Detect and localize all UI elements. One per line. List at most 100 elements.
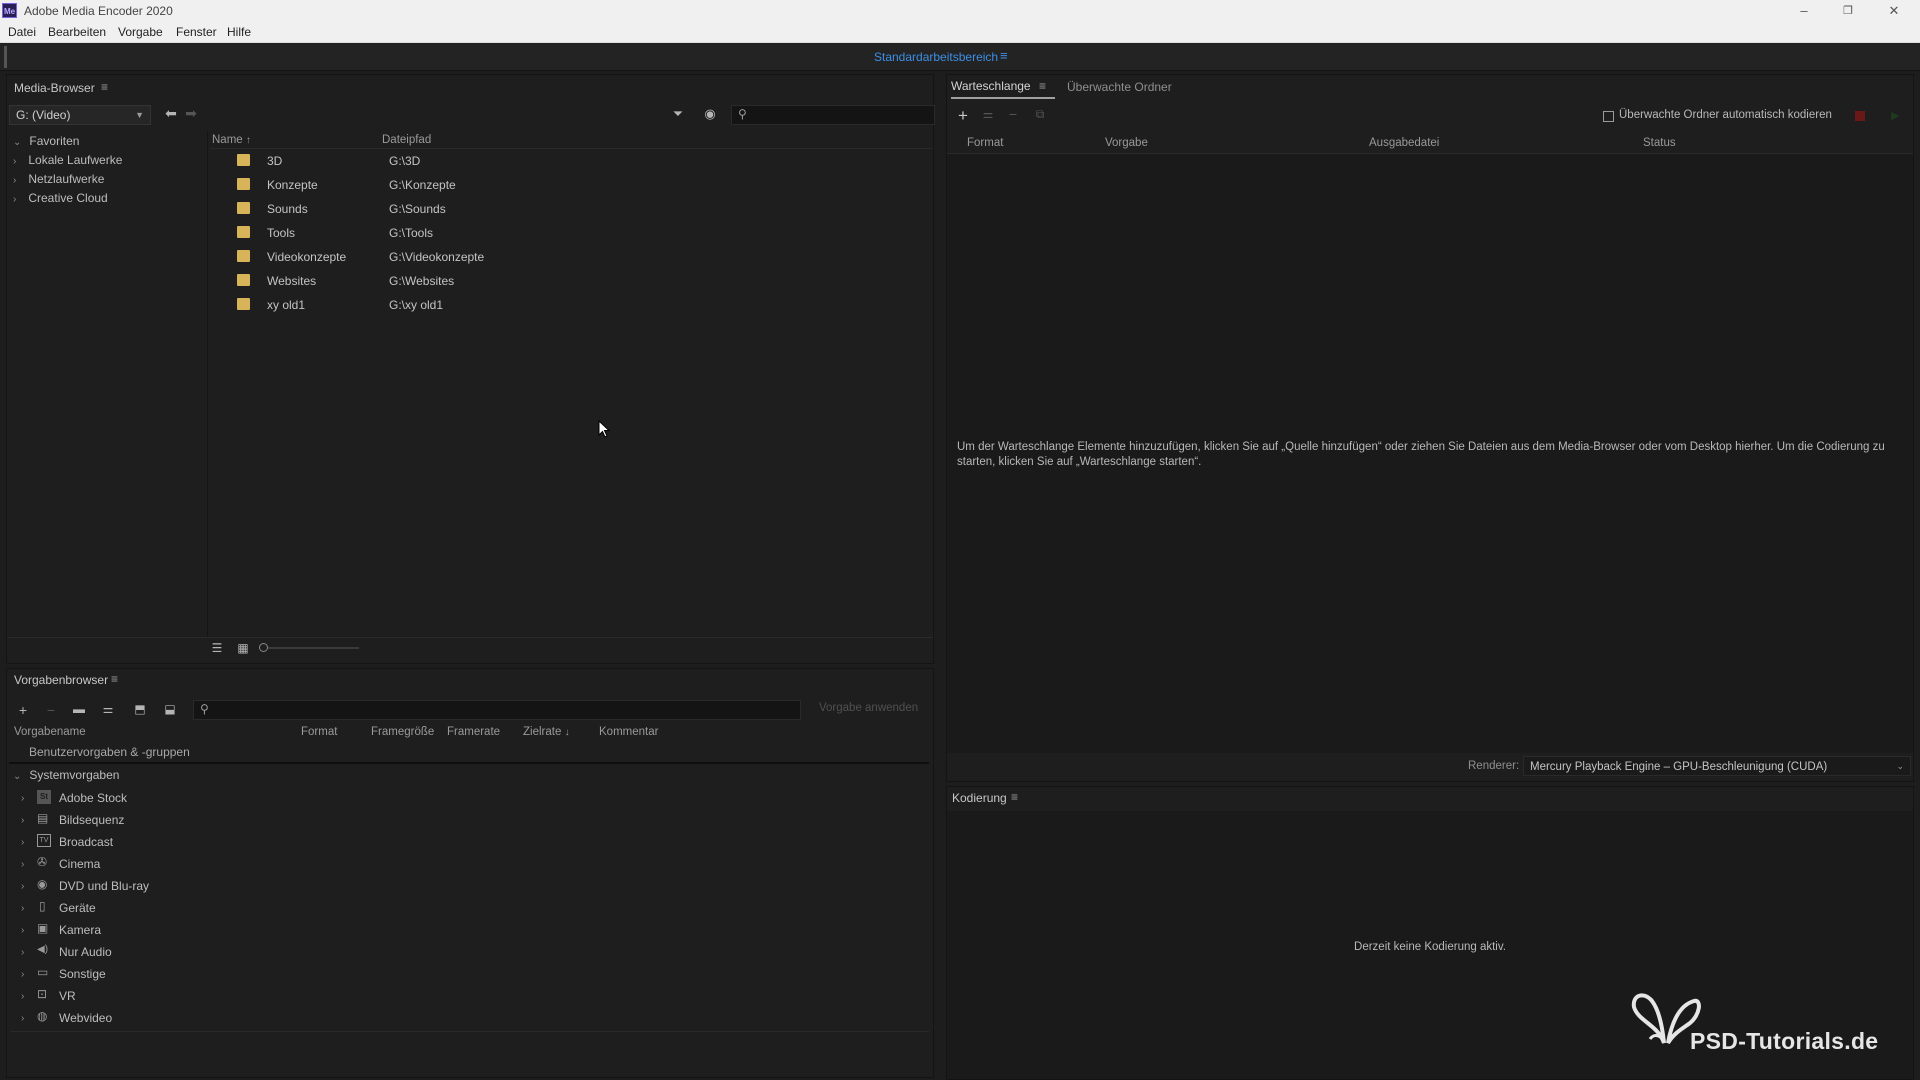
- table-row[interactable]: Tools G:\Tools: [237, 224, 737, 242]
- panel-menu-icon[interactable]: ≡: [1011, 790, 1018, 804]
- thumbnail-view-icon[interactable]: ▦: [235, 641, 251, 655]
- film-reel-icon: ✇: [37, 855, 48, 869]
- queue-drop-area[interactable]: Um der Warteschlange Elemente hinzuzufüg…: [947, 153, 1913, 753]
- menu-fenster[interactable]: Fenster: [176, 25, 217, 39]
- file-name: Sounds: [267, 202, 308, 216]
- column-framesize[interactable]: Framegröße: [371, 726, 434, 738]
- preset-browser-panel: Vorgabenbrowser ≡ + − ▬ ⚌ ⬒ ⬓ ⚲ Vorgabe …: [6, 668, 934, 1078]
- settings-icon[interactable]: ⚌: [99, 702, 117, 716]
- renderer-label: Renderer:: [1468, 760, 1520, 772]
- workspace-menu-icon[interactable]: ≡: [1000, 48, 1008, 63]
- minimize-button[interactable]: –: [1782, 1, 1826, 21]
- folder-icon: [237, 250, 250, 262]
- tab-queue[interactable]: Warteschlange ≡: [951, 79, 1055, 99]
- table-row[interactable]: Videokonzepte G:\Videokonzepte: [237, 248, 737, 266]
- stop-queue-button[interactable]: [1855, 111, 1865, 121]
- column-preset[interactable]: Vorgabe: [1105, 137, 1148, 149]
- duplicate-item-icon[interactable]: ⧉: [1031, 107, 1049, 122]
- add-preset-icon[interactable]: +: [15, 702, 31, 718]
- column-target-rate[interactable]: Zielrate ↓: [523, 726, 570, 738]
- column-framerate[interactable]: Framerate: [447, 726, 500, 738]
- zoom-slider-handle[interactable]: [259, 643, 268, 652]
- queue-settings-icon[interactable]: ⚌: [979, 107, 997, 121]
- column-preset-name[interactable]: Vorgabename: [14, 726, 86, 738]
- new-group-icon[interactable]: ▬: [69, 702, 89, 716]
- restore-button[interactable]: ❐: [1826, 1, 1870, 21]
- back-arrow-icon[interactable]: ⬅: [163, 105, 179, 122]
- media-search-input[interactable]: ⚲: [731, 105, 935, 125]
- menu-bearbeiten[interactable]: Bearbeiten: [48, 25, 106, 39]
- column-format[interactable]: Format: [301, 726, 337, 738]
- tree-item-netzlaufwerke[interactable]: › Netzlaufwerke: [13, 172, 104, 186]
- preset-browser-title: Vorgabenbrowser: [14, 673, 109, 687]
- zoom-slider[interactable]: [259, 643, 359, 652]
- preset-item-nur-audio[interactable]: › ◀) Nur Audio: [21, 944, 112, 959]
- chevron-right-icon: ›: [21, 1013, 25, 1024]
- tree-item-creative-cloud[interactable]: › Creative Cloud: [13, 191, 108, 205]
- preset-item-dvd-blu-ray[interactable]: › ◉ DVD und Blu-ray: [21, 877, 149, 893]
- column-path[interactable]: Dateipfad: [382, 134, 431, 146]
- preset-item-cinema[interactable]: › ✇ Cinema: [21, 855, 100, 871]
- add-source-icon[interactable]: +: [955, 106, 971, 126]
- preset-item-kamera[interactable]: › ▣ Kamera: [21, 921, 101, 937]
- location-tree: ⌄ Favoriten › Lokale Laufwerke › Netzlaufwe…: [7, 131, 207, 571]
- preset-item-adobe-stock[interactable]: › St Adobe Stock: [21, 790, 127, 805]
- file-name: Tools: [267, 226, 296, 240]
- tree-item-favoriten[interactable]: ⌄ Favoriten: [13, 134, 79, 148]
- preset-item-geraete[interactable]: › ▯ Geräte: [21, 899, 96, 915]
- table-row[interactable]: Sounds G:\Sounds: [237, 200, 737, 218]
- preset-item-vr[interactable]: › ⊡ VR: [21, 987, 76, 1003]
- view-eye-icon[interactable]: ◉: [701, 106, 719, 122]
- column-comment[interactable]: Kommentar: [599, 726, 658, 738]
- workspace-name[interactable]: Standardarbeitsbereich: [874, 50, 998, 64]
- preset-item-broadcast[interactable]: › TV Broadcast: [21, 834, 113, 849]
- column-format[interactable]: Format: [967, 137, 1003, 149]
- import-preset-icon[interactable]: ⬒: [131, 702, 149, 716]
- menu-vorgabe[interactable]: Vorgabe: [118, 25, 163, 39]
- menu-hilfe[interactable]: Hilfe: [227, 25, 251, 39]
- folder-icon: [237, 298, 250, 310]
- export-preset-icon[interactable]: ⬓: [161, 702, 179, 716]
- menu-datei[interactable]: Datei: [8, 25, 36, 39]
- renderer-dropdown[interactable]: Mercury Playback Engine – GPU-Beschleuni…: [1523, 756, 1911, 776]
- remove-preset-icon[interactable]: −: [43, 702, 59, 718]
- system-presets-group[interactable]: ⌄ Systemvorgaben: [13, 768, 119, 782]
- forward-arrow-icon[interactable]: ➡: [183, 105, 199, 122]
- table-row[interactable]: xy old1 G:\xy old1: [237, 296, 737, 314]
- title-bar: Me Adobe Media Encoder 2020 – ❐ ✕: [0, 0, 1920, 22]
- filter-icon[interactable]: ⏷: [669, 106, 687, 122]
- table-row[interactable]: Konzepte G:\Konzepte: [237, 176, 737, 194]
- adobe-stock-icon: St: [37, 790, 51, 804]
- tree-divider[interactable]: [207, 131, 208, 637]
- preset-item-sonstige[interactable]: › ▭ Sonstige: [21, 965, 106, 981]
- column-status[interactable]: Status: [1643, 137, 1676, 149]
- drive-dropdown[interactable]: G: (Video) ▼: [9, 105, 151, 125]
- start-queue-button[interactable]: ▶: [1891, 109, 1899, 122]
- globe-icon: ◍: [37, 1009, 48, 1023]
- chevron-right-icon: ›: [13, 175, 17, 186]
- preset-search-input[interactable]: ⚲: [193, 700, 801, 720]
- tab-watch-folders[interactable]: Überwachte Ordner: [1067, 80, 1172, 94]
- panel-menu-icon[interactable]: ≡: [1039, 79, 1046, 93]
- apply-preset-button[interactable]: Vorgabe anwenden: [819, 702, 918, 714]
- file-name: Konzepte: [267, 178, 318, 192]
- chevron-right-icon: ›: [21, 947, 25, 958]
- panel-menu-icon[interactable]: ≡: [111, 672, 118, 686]
- preset-item-webvideo[interactable]: › ◍ Webvideo: [21, 1009, 112, 1025]
- column-name[interactable]: Name ↑: [212, 134, 251, 146]
- file-path: G:\xy old1: [389, 298, 444, 312]
- user-presets-group[interactable]: Benutzervorgaben & -gruppen: [29, 745, 190, 759]
- queue-panel: Warteschlange ≡ Überwachte Ordner + ⚌ − …: [946, 74, 1914, 782]
- table-row[interactable]: 3D G:\3D: [237, 152, 737, 170]
- tree-item-lokale-laufwerke[interactable]: › Lokale Laufwerke: [13, 153, 122, 167]
- table-row[interactable]: Websites G:\Websites: [237, 272, 737, 290]
- monitor-icon: ▭: [37, 965, 49, 979]
- preset-item-bildsequenz[interactable]: › ▤ Bildsequenz: [21, 811, 124, 827]
- panel-menu-icon[interactable]: ≡: [101, 80, 108, 94]
- grip-handle[interactable]: [4, 46, 7, 68]
- column-output-file[interactable]: Ausgabedatei: [1369, 137, 1439, 149]
- auto-encode-checkbox[interactable]: [1603, 111, 1614, 122]
- close-button[interactable]: ✕: [1872, 1, 1916, 21]
- remove-item-icon[interactable]: −: [1005, 106, 1021, 122]
- list-view-icon[interactable]: ☰: [209, 641, 225, 655]
